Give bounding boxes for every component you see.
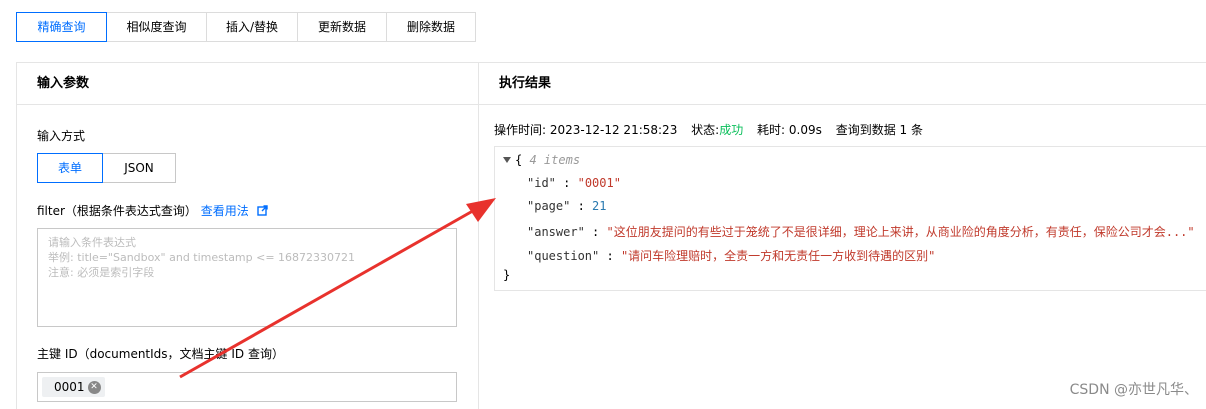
result-meta: 操作时间: 2023-12-12 21:58:23 状态:成功 耗时: 0.09… xyxy=(494,121,933,138)
collapse-caret-icon[interactable] xyxy=(503,157,511,163)
tab-delete-data[interactable]: 删除数据 xyxy=(387,12,476,42)
json-row: "question" : "请问车险理赔时，全责一方和无责任一方收到待遇的区别" xyxy=(527,249,936,263)
status: 状态:成功 xyxy=(691,123,744,137)
json-row: "id" : "0001" xyxy=(527,176,621,190)
filter-textarea[interactable]: 请输入条件表达式 举例: title="Sandbox" and timesta… xyxy=(37,228,457,327)
input-method-toggle: 表单 JSON xyxy=(37,153,176,183)
primary-key-tag-text: 0001 xyxy=(54,380,85,394)
primary-key-input[interactable]: 0001 ✕ xyxy=(37,372,457,402)
json-row: "answer" : "这位朋友提问的有些过于笼统了不是很详细，理论上来讲，从商… xyxy=(527,225,1195,239)
query-tabs: 精确查询 相似度查询 插入/替换 更新数据 删除数据 xyxy=(16,12,476,42)
json-close: } xyxy=(503,268,511,282)
json-mode-button[interactable]: JSON xyxy=(103,153,176,183)
json-viewer: { 4 items "id" : "0001" "page" : 21 "ans… xyxy=(494,146,1206,291)
operation-time: 操作时间: 2023-12-12 21:58:23 xyxy=(494,123,678,137)
filter-label: filter（根据条件表达式查询） xyxy=(37,204,197,218)
tab-similarity-query[interactable]: 相似度查询 xyxy=(107,12,207,42)
items-count: 4 items xyxy=(529,153,581,167)
json-root: { 4 items xyxy=(503,153,580,167)
remove-tag-icon[interactable]: ✕ xyxy=(87,380,101,394)
filter-help-link[interactable]: 查看用法 xyxy=(201,204,249,218)
tab-insert-replace[interactable]: 插入/替换 xyxy=(207,12,298,42)
input-panel: 输入参数 输入方式 表单 JSON filter（根据条件表达式查询） 查看用法… xyxy=(17,63,479,409)
primary-key-label: 主键 ID（documentIds，文档主键 ID 查询） xyxy=(37,347,284,361)
watermark: CSDN @亦世凡华、 xyxy=(1069,382,1198,398)
primary-key-tag: 0001 ✕ xyxy=(42,377,105,397)
tab-exact-query[interactable]: 精确查询 xyxy=(16,12,107,42)
result-panel-title: 执行结果 xyxy=(479,63,1206,105)
input-panel-title: 输入参数 xyxy=(17,63,478,105)
form-mode-button[interactable]: 表单 xyxy=(37,153,103,183)
tab-update-data[interactable]: 更新数据 xyxy=(298,12,387,42)
input-method-label: 输入方式 xyxy=(37,129,86,143)
json-row: "page" : 21 xyxy=(527,199,607,213)
filter-label-row: filter（根据条件表达式查询） 查看用法 xyxy=(37,202,268,219)
result-panel: 执行结果 操作时间: 2023-12-12 21:58:23 状态:成功 耗时:… xyxy=(479,63,1206,409)
external-link-icon[interactable] xyxy=(256,205,268,216)
result-count: 查询到数据 1 条 xyxy=(835,123,923,137)
duration: 耗时: 0.09s xyxy=(757,123,822,137)
main-panel: 输入参数 输入方式 表单 JSON filter（根据条件表达式查询） 查看用法… xyxy=(16,62,1206,409)
status-badge: 成功 xyxy=(719,123,744,137)
